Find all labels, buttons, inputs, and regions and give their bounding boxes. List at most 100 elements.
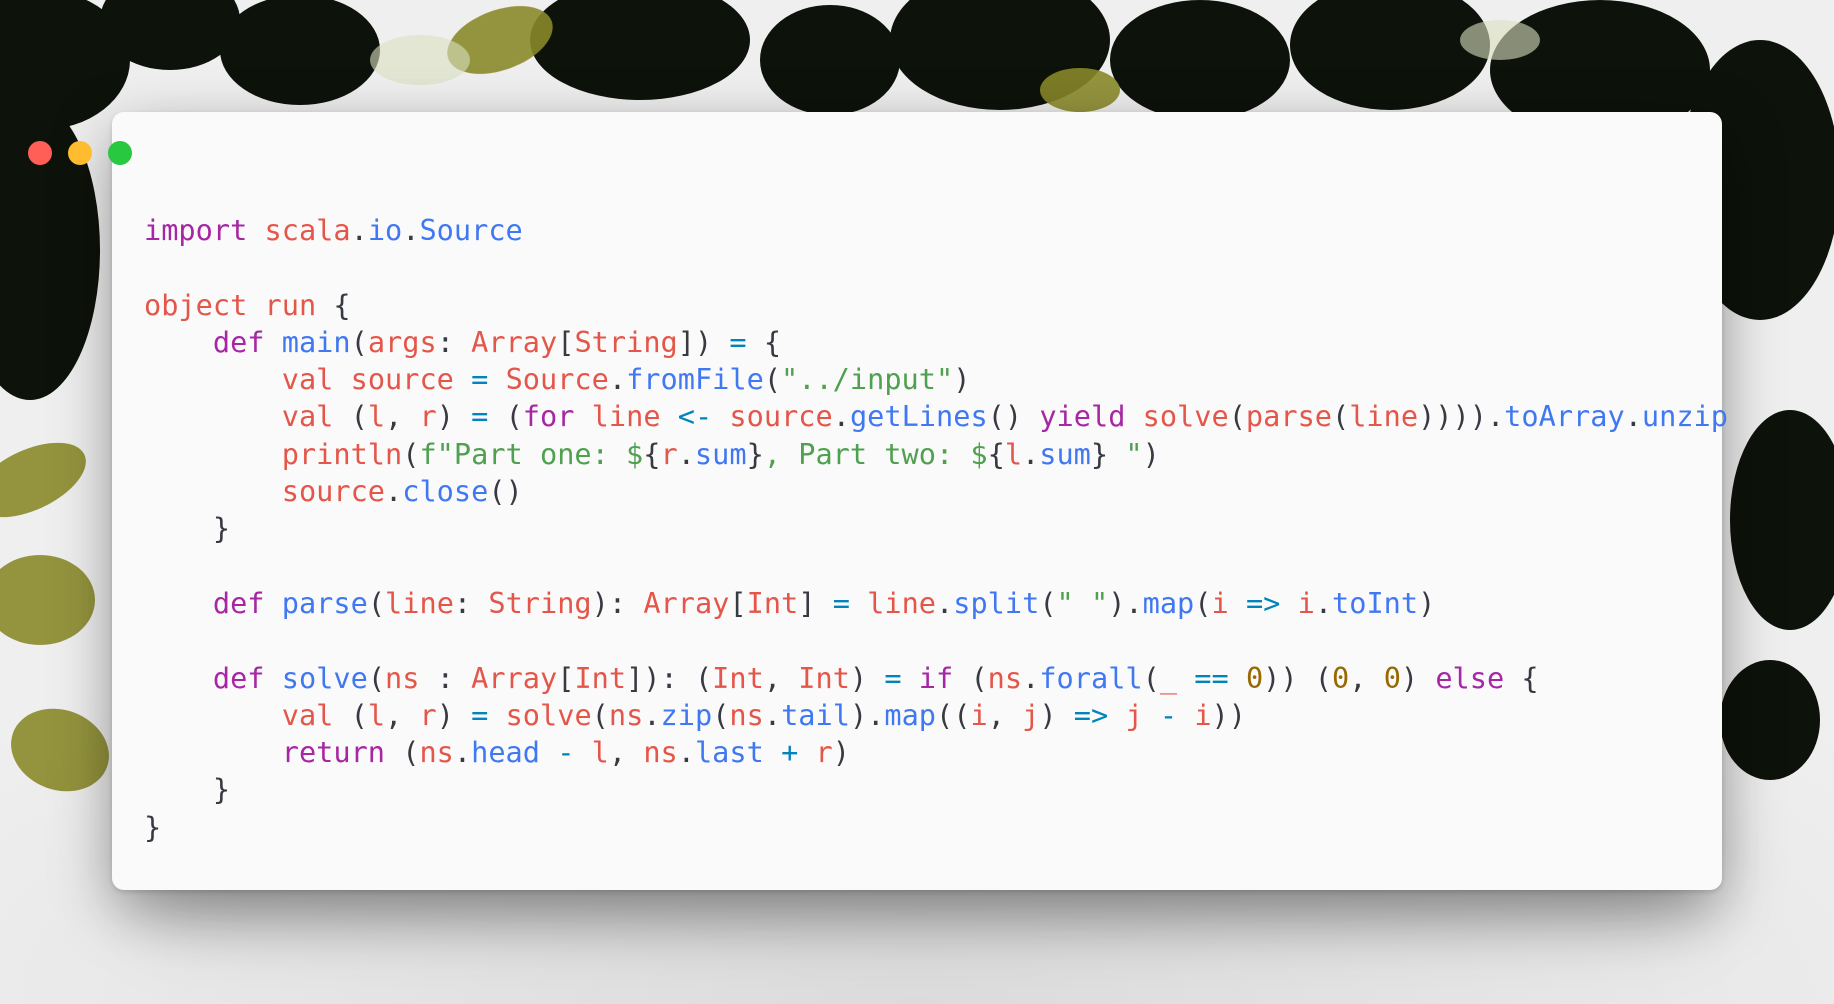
code-token: (	[350, 324, 368, 359]
code-token: val	[281, 362, 334, 397]
code-line: def main(args: Array[String]) = {	[144, 324, 1728, 361]
code-token: =	[832, 585, 850, 620]
code-token: (	[367, 660, 386, 695]
code-token: )	[1142, 436, 1160, 471]
code-token: head	[471, 735, 540, 770]
code-token: source	[729, 399, 833, 434]
code-line: def parse(line: String): Array[Int] = li…	[144, 585, 1728, 622]
code-line: val source = Source.fromFile("../input")	[144, 361, 1728, 398]
code-token: Int	[574, 660, 627, 695]
code-token: )	[832, 735, 850, 770]
code-token: ns	[987, 660, 1023, 695]
code-token: l	[367, 697, 386, 732]
code-token: ,	[385, 697, 420, 732]
code-token: Array	[471, 660, 558, 695]
code-token: -	[557, 735, 575, 770]
code-token: }	[144, 511, 231, 546]
code-token: Int	[798, 660, 850, 695]
code-token: =	[884, 660, 902, 695]
code-token: zip	[660, 697, 713, 732]
code-token: unzip	[1641, 399, 1728, 434]
code-token: .	[1624, 399, 1642, 434]
code-token: =	[729, 324, 747, 359]
code-token: String	[574, 324, 678, 359]
code-token: i	[1297, 585, 1315, 620]
code-token: =	[471, 399, 489, 434]
code-token: .	[832, 399, 850, 434]
code-token: (	[1332, 399, 1350, 434]
code-line: println(f"Part one: ${r.sum}, Part two: …	[144, 436, 1728, 473]
code-token: [	[557, 660, 575, 695]
code-token: )) (	[1263, 660, 1333, 695]
code-token: fromFile	[626, 362, 764, 397]
code-token: (	[591, 697, 609, 732]
code-token: sum	[1039, 436, 1091, 471]
code-token: ,	[1349, 660, 1384, 695]
code-token: , Part two: $	[763, 436, 988, 471]
code-token: .	[936, 585, 954, 620]
code-token: ,	[763, 660, 799, 695]
code-token: (	[1039, 585, 1057, 620]
code-token: line	[1349, 399, 1419, 434]
code-token: i	[1211, 585, 1229, 620]
code-token: .	[608, 362, 627, 397]
code-token: .	[763, 697, 782, 732]
code-token: object	[144, 287, 248, 322]
code-token: for	[522, 399, 575, 434]
code-token: (	[953, 660, 988, 695]
code-token: ==	[1194, 660, 1229, 695]
code-token: toInt	[1332, 585, 1419, 620]
code-token: Int	[712, 660, 764, 695]
code-token: String	[488, 585, 592, 620]
code-token: parse	[1245, 399, 1332, 434]
code-token: (	[333, 697, 368, 732]
code-line: }	[144, 510, 1728, 547]
code-token: ns	[419, 735, 454, 770]
code-token: ,	[608, 735, 644, 770]
code-token: ]	[798, 585, 833, 620]
minimize-button[interactable]	[68, 141, 92, 165]
code-block: import scala.io.Source object run { def …	[144, 212, 1728, 846]
code-token: )	[1400, 660, 1436, 695]
code-token: :	[419, 660, 472, 695]
code-token: .	[677, 436, 695, 471]
code-token: Array	[643, 585, 730, 620]
code-token: f"Part one: $	[419, 436, 644, 471]
code-token: .	[677, 735, 695, 770]
code-token: .	[385, 474, 403, 509]
code-token: ,	[987, 697, 1023, 732]
code-token: (	[1228, 399, 1246, 434]
code-token: .	[1022, 436, 1040, 471]
code-token: _	[1159, 660, 1178, 695]
code-token: l	[367, 399, 386, 434]
maximize-button[interactable]	[108, 141, 132, 165]
code-token: map	[884, 697, 937, 732]
code-token: sum	[694, 436, 747, 471]
window-controls	[28, 141, 132, 165]
code-token: {	[1504, 660, 1539, 695]
code-token: Source	[505, 362, 609, 397]
code-token: Source	[419, 213, 523, 247]
close-button[interactable]	[28, 141, 52, 165]
code-token: r	[419, 399, 437, 434]
code-line: val (l, r) = solve(ns.zip(ns.tail).map((…	[144, 697, 1728, 734]
code-line: }	[144, 771, 1728, 808]
code-token: getLines	[849, 399, 988, 434]
